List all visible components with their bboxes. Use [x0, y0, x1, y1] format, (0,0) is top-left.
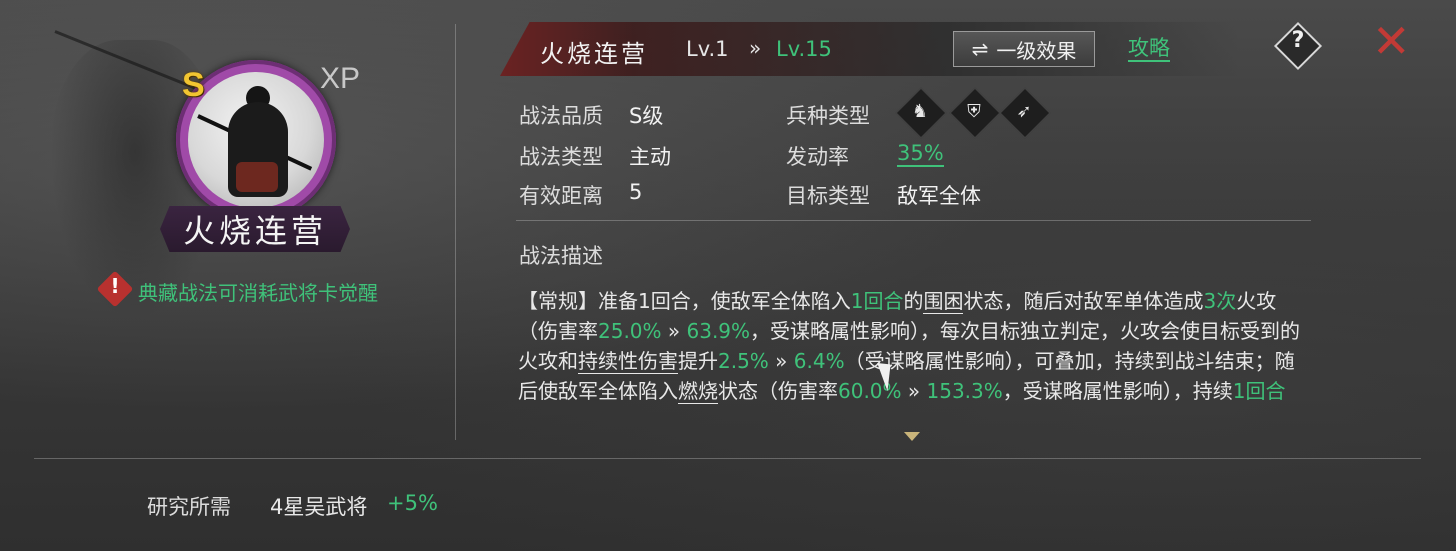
skill-name-plate: 火烧连营	[160, 206, 350, 252]
description-text[interactable]: 【常规】准备1回合，使敌军全体陷入1回合的围困状态，随后对敌军单体造成3次火攻（…	[518, 286, 1308, 432]
desc-value-1: 1回合	[850, 289, 904, 313]
desc-arrow-2: »	[768, 349, 794, 373]
trigger-rate-value[interactable]: 35%	[897, 141, 944, 167]
portrait-image	[188, 72, 324, 208]
swap-icon: ⇌	[971, 37, 989, 61]
desc-text-6: 提升	[678, 349, 718, 373]
desc-value-9: 1回合	[1232, 379, 1286, 403]
research-bonus: +5%	[387, 491, 438, 515]
research-requirement: 4星吴武将	[270, 495, 368, 519]
desc-text-9: ，受谋略属性影响），持续	[1002, 379, 1233, 403]
target-type-value: 敌军全体	[897, 184, 981, 208]
xp-badge: XP	[320, 62, 361, 95]
desc-text-8: 状态（伤害率	[718, 379, 838, 403]
level-max: Lv.15	[776, 37, 832, 61]
panel-divider	[455, 24, 456, 440]
skill-name: 火烧连营	[182, 212, 327, 250]
cavalry-glyph: ♞	[911, 101, 929, 122]
bow-glyph: ➶	[1016, 101, 1032, 122]
range-label: 有效距离	[519, 184, 603, 208]
desc-text-2: 的	[903, 289, 924, 313]
scroll-down-icon[interactable]	[904, 432, 920, 441]
quality-value: S级	[629, 104, 664, 128]
desc-keyword-siege[interactable]: 围困	[923, 289, 964, 314]
level-current: Lv.1	[686, 37, 729, 61]
target-type-label: 目标类型	[786, 184, 870, 208]
desc-arrow-1: »	[661, 319, 687, 343]
help-icon[interactable]: ?	[1282, 28, 1314, 53]
desc-value-8: 153.3%	[926, 379, 1003, 403]
desc-value-4: 63.9%	[686, 319, 751, 343]
desc-value-3: 25.0%	[598, 319, 662, 343]
effect-level-label: 一级效果	[996, 38, 1077, 63]
grade-badge: S	[182, 66, 205, 104]
desc-keyword-burn[interactable]: 燃烧	[678, 379, 718, 404]
range-value: 5	[629, 180, 643, 204]
attributes-divider	[516, 220, 1311, 221]
level-arrow-icon: »	[749, 36, 762, 60]
portrait-warrior-armor	[236, 162, 278, 192]
desc-arrow-3: »	[901, 379, 927, 403]
header-title: 火烧连营	[540, 40, 648, 68]
type-value: 主动	[629, 145, 671, 169]
shield-glyph: ⛨	[967, 101, 981, 122]
guide-link[interactable]: 攻略	[1128, 36, 1170, 62]
quality-label: 战法品质	[519, 104, 603, 128]
footer-divider	[34, 458, 1421, 459]
trigger-rate-label: 发动率	[786, 145, 849, 169]
desc-text-3: 状态，随后对敌军单体造成	[963, 289, 1204, 313]
effect-level-button[interactable]: ⇌ 一级效果	[953, 31, 1095, 67]
desc-text-1: 【常规】准备1回合，使敌军全体陷入	[518, 289, 851, 313]
desc-value-5: 2.5%	[718, 349, 769, 373]
desc-value-2: 3次	[1203, 289, 1237, 313]
research-label: 研究所需	[147, 495, 231, 519]
desc-keyword-dot[interactable]: 持续性伤害	[578, 349, 678, 374]
close-icon[interactable]: ✕	[1372, 18, 1411, 64]
troop-type-label: 兵种类型	[786, 104, 870, 128]
type-label: 战法类型	[519, 145, 603, 169]
desc-value-6: 6.4%	[793, 349, 845, 373]
awaken-note[interactable]: 典藏战法可消耗武将卡觉醒	[138, 277, 378, 306]
description-title: 战法描述	[519, 244, 603, 268]
warning-icon-glyph: !	[110, 274, 120, 298]
